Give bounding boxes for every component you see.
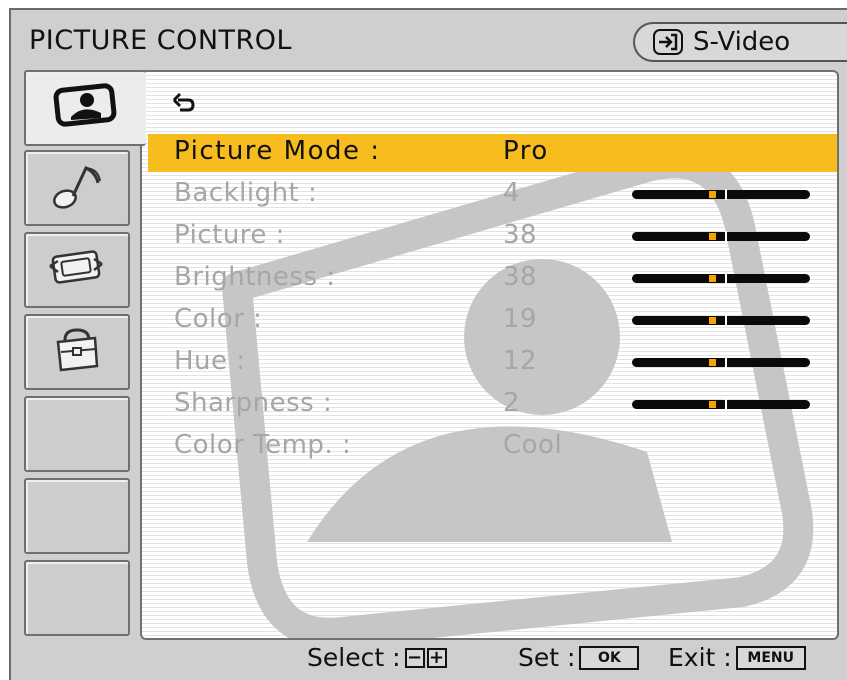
level-slider[interactable]: [632, 399, 810, 410]
slider-center-tick: [725, 399, 727, 410]
sound-tab[interactable]: [24, 150, 130, 226]
footer-exit-label: Exit :: [668, 643, 732, 672]
menu-item-7[interactable]: Sharpness : 2: [148, 386, 837, 424]
menu-item-value: 38: [503, 220, 538, 250]
menu-item-label: Picture :: [174, 220, 285, 250]
menu-item-value: 4: [503, 178, 521, 208]
input-source-label: S-Video: [693, 27, 791, 57]
level-slider[interactable]: [632, 315, 810, 326]
footer-set: Set : OK: [518, 643, 640, 672]
return-arrow-icon[interactable]: [172, 92, 196, 118]
slider-center-tick: [725, 315, 727, 326]
footer-select-label: Select :: [307, 643, 401, 672]
level-slider[interactable]: [632, 273, 810, 284]
slider-level-marker: [709, 401, 716, 408]
empty-tab-1: [24, 396, 130, 472]
menu-item-1[interactable]: Picture Mode : Pro: [148, 134, 837, 172]
footer-exit: Exit : MENU: [668, 643, 806, 672]
slider-level-marker: [709, 359, 716, 366]
menu-item-label: Picture Mode :: [174, 136, 381, 166]
screen-tab[interactable]: [24, 232, 130, 308]
toolbox-icon: [51, 324, 103, 380]
menu-item-5[interactable]: Color : 19: [148, 302, 837, 340]
minus-key-icon: −: [404, 647, 425, 668]
level-slider[interactable]: [632, 231, 810, 242]
menu-item-label: Backlight :: [174, 178, 318, 208]
footer-select: Select : − +: [307, 643, 447, 672]
menu-item-value: 38: [503, 262, 538, 292]
empty-tab-2: [24, 478, 130, 554]
footer-help: Select : − + Set : OK Exit : MENU: [0, 640, 847, 680]
menu-item-value: Pro: [503, 136, 549, 166]
settings-panel: Picture Mode : Pro Backlight : 4 Picture : 38…: [140, 70, 839, 640]
menu-item-label: Sharpness :: [174, 388, 333, 418]
slider-level-marker: [709, 233, 716, 240]
music-note-icon: [48, 159, 106, 217]
menu-item-label: Brightness :: [174, 262, 336, 292]
menu-item-value: 2: [503, 388, 521, 418]
menu-item-value: 19: [503, 304, 538, 334]
menu-item-6[interactable]: Hue : 12: [148, 344, 837, 382]
menu-item-4[interactable]: Brightness : 38: [148, 260, 837, 298]
input-source-indicator: S-Video: [633, 22, 847, 62]
plus-key-icon: +: [426, 647, 447, 668]
menu-item-value: Cool: [503, 430, 563, 460]
setup-tab[interactable]: [24, 314, 130, 390]
menu-item-3[interactable]: Picture : 38: [148, 218, 837, 256]
slider-level-marker: [709, 191, 716, 198]
level-slider[interactable]: [632, 357, 810, 368]
menu-title: PICTURE CONTROL: [29, 25, 293, 56]
menu-item-label: Color :: [174, 304, 263, 334]
slider-center-tick: [725, 357, 727, 368]
menu-item-2[interactable]: Backlight : 4: [148, 176, 837, 214]
slider-level-marker: [709, 317, 716, 324]
menu-item-label: Hue :: [174, 346, 246, 376]
slider-level-marker: [709, 275, 716, 282]
slider-center-tick: [725, 273, 727, 284]
input-source-icon: [653, 29, 683, 55]
slider-center-tick: [725, 231, 727, 242]
ok-key-icon: OK: [579, 645, 640, 670]
screen-adjust-icon: [46, 244, 108, 296]
menu-item-label: Color Temp. :: [174, 430, 352, 460]
picture-icon: [53, 83, 119, 133]
empty-tab-3: [24, 560, 130, 636]
level-slider[interactable]: [632, 189, 810, 200]
slider-center-tick: [725, 189, 727, 200]
menu-item-value: 12: [503, 346, 538, 376]
menu-key-icon: MENU: [735, 645, 806, 670]
picture-tab[interactable]: [24, 70, 146, 146]
footer-set-label: Set :: [518, 643, 576, 672]
menu-item-8[interactable]: Color Temp. : Cool: [148, 428, 837, 466]
